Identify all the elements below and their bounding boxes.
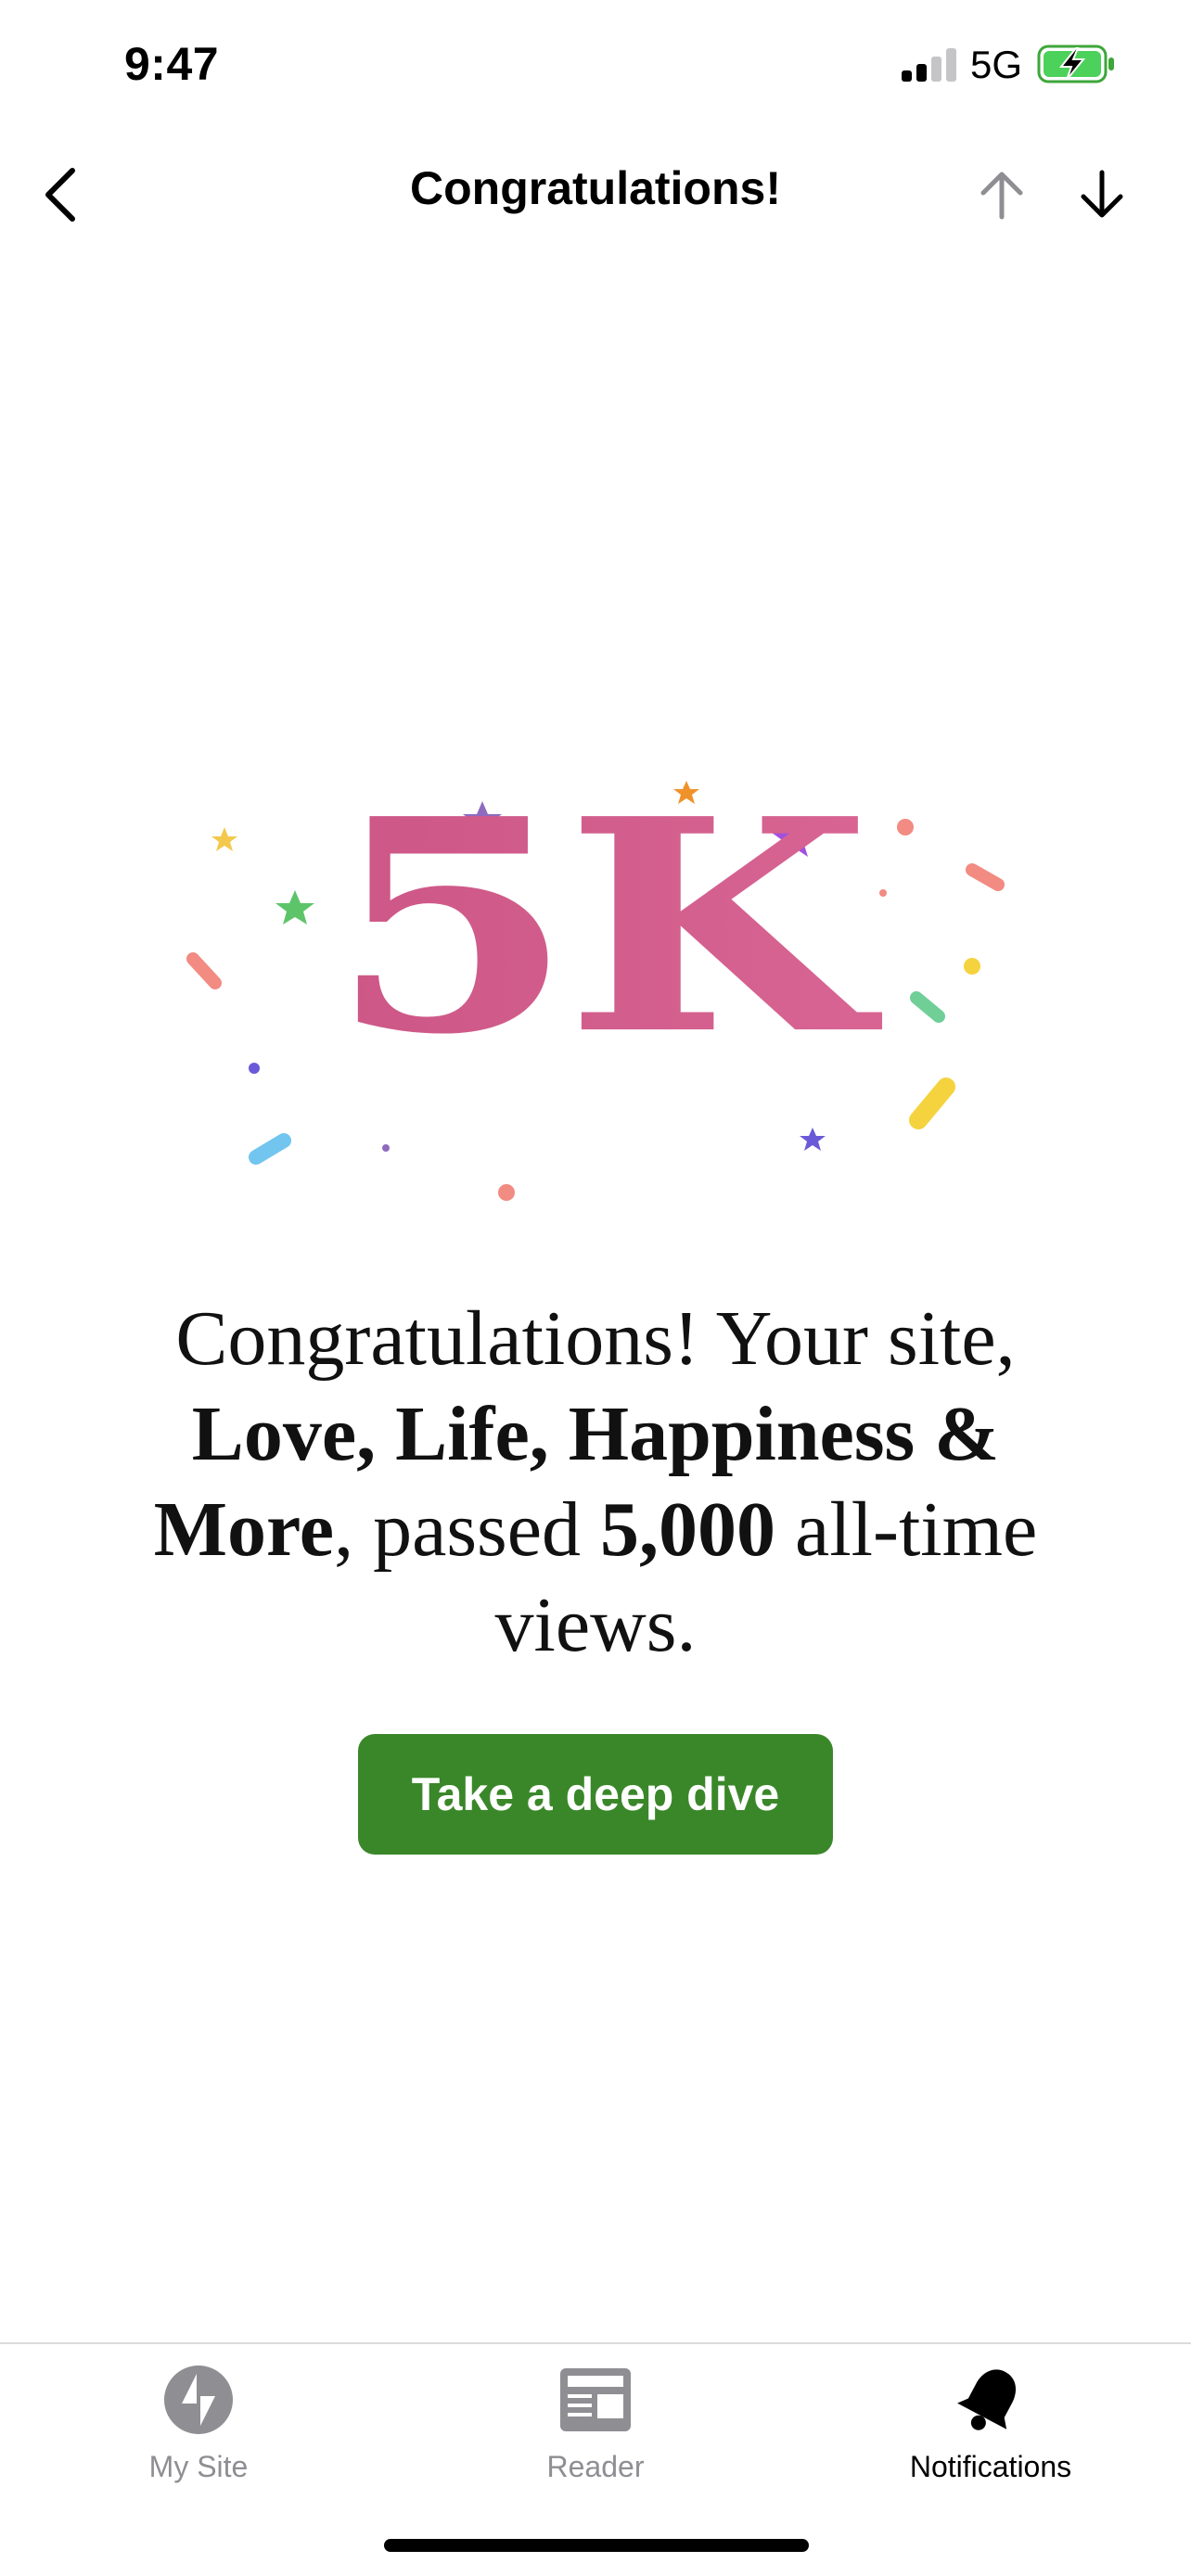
arrow-up-icon [980, 172, 1023, 220]
confetti-dot [382, 1144, 390, 1152]
status-bar: 9:47 5G [0, 0, 1191, 139]
milestone-label: 5K [0, 781, 1191, 1073]
tab-my-site[interactable]: My Site [59, 2363, 338, 2502]
previous-notification-button[interactable] [965, 158, 1039, 232]
jetpack-icon [164, 2366, 233, 2434]
milestone-graphic: 5K [0, 760, 1191, 1205]
arrow-down-icon [1081, 170, 1123, 218]
confetti-star [800, 1128, 826, 1151]
confetti-sprinkle [909, 1078, 955, 1129]
confetti-dot [498, 1184, 515, 1201]
tab-label: Notifications [909, 2450, 1072, 2483]
bell-icon [957, 2369, 1017, 2430]
navigation-bar: Congratulations! [0, 139, 1191, 250]
next-notification-button[interactable] [1065, 158, 1139, 232]
home-indicator [384, 2539, 809, 2552]
battery-charging-icon [1037, 45, 1114, 83]
tab-label: Reader [546, 2450, 645, 2483]
message-middle: , passed [334, 1486, 601, 1573]
confetti-sprinkle [249, 1133, 291, 1165]
reader-icon [560, 2368, 631, 2431]
deep-dive-button[interactable]: Take a deep dive [358, 1734, 833, 1855]
signal-icon [902, 48, 956, 82]
network-label: 5G [970, 43, 1023, 86]
tab-reader[interactable]: Reader [456, 2363, 735, 2502]
tab-notifications[interactable]: Notifications [852, 2363, 1130, 2502]
status-time: 9:47 [124, 38, 220, 90]
tab-label: My Site [148, 2450, 249, 2483]
notification-detail-screen: 9:47 5G Congratulations! 5K Congratulati… [0, 0, 1191, 2576]
view-count: 5,000 [600, 1486, 776, 1573]
message-intro: Congratulations! Your site, [175, 1295, 1016, 1382]
milestone-message: Congratulations! Your site, Love, Life, … [111, 1291, 1080, 1673]
